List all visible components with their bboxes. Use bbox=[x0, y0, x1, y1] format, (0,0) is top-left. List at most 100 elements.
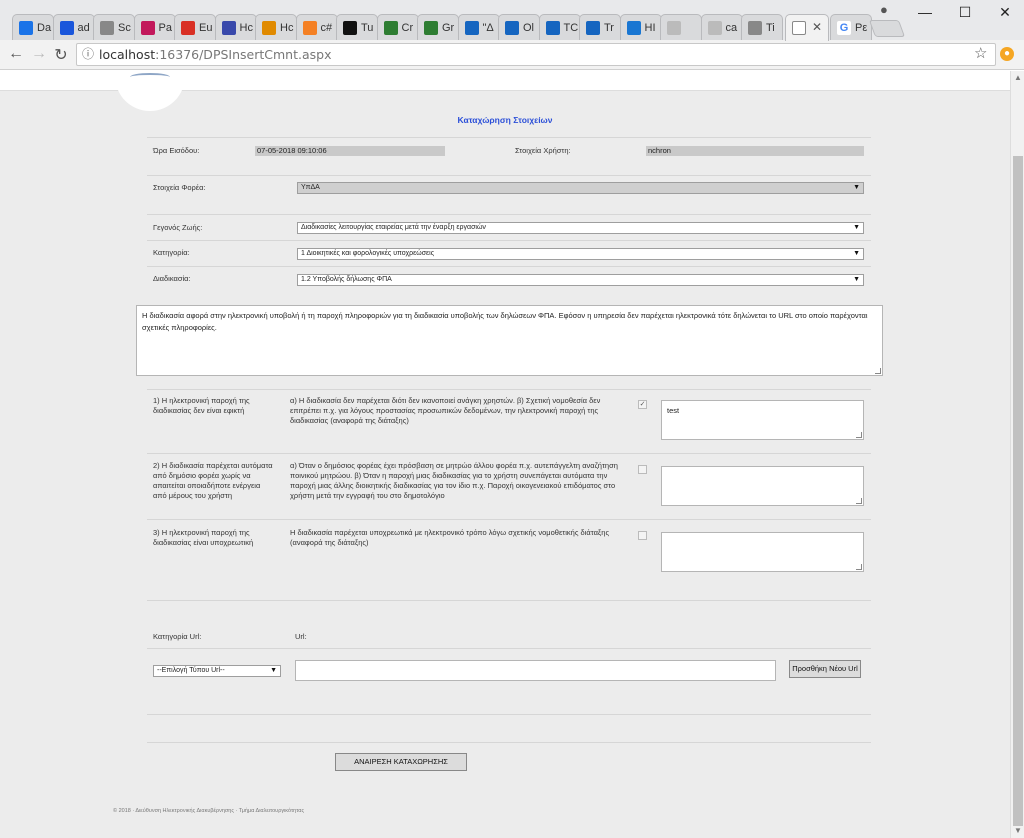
divider bbox=[147, 214, 871, 215]
bookmark-star-icon[interactable]: ☆ bbox=[974, 44, 987, 62]
close-window-button[interactable]: ✕ bbox=[985, 0, 1024, 24]
browser-tab[interactable]: Hc bbox=[255, 14, 297, 40]
maximize-button[interactable]: ☐ bbox=[945, 0, 985, 24]
option-3-explanation: Η διαδικασία παρέχεται υποχρεωτικά με ηλ… bbox=[290, 528, 610, 547]
option-1-checkbox[interactable]: ✓ bbox=[638, 400, 647, 409]
browser-tab[interactable]: Tu bbox=[336, 14, 378, 40]
dropdown-arrow-icon: ▼ bbox=[853, 224, 860, 231]
option-3-comment[interactable] bbox=[661, 532, 864, 572]
option-1-question: 1) Η ηλεκτρονική παροχή της διαδικασίας … bbox=[153, 396, 250, 415]
tab-active[interactable]: ✕ bbox=[785, 14, 829, 41]
option-2-comment[interactable] bbox=[661, 466, 864, 506]
resize-handle[interactable] bbox=[856, 432, 862, 438]
footer-text: © 2018 · Διεύθυνση Ηλεκτρονικής Διακυβέρ… bbox=[113, 808, 305, 814]
tab-label: Hc bbox=[280, 21, 294, 34]
page-icon bbox=[748, 20, 762, 35]
shield-icon bbox=[221, 20, 236, 35]
tab-label: Pa bbox=[158, 21, 172, 34]
q-icon bbox=[464, 20, 479, 35]
browser-tab[interactable]: ad bbox=[52, 14, 95, 40]
browser-tab[interactable]: Tr bbox=[579, 14, 621, 40]
minimize-button[interactable]: — bbox=[905, 0, 945, 24]
procedure-value: 1.2 Υποβολής δήλωσης ΦΠΑ bbox=[301, 276, 392, 283]
tab-label: Gr bbox=[442, 21, 455, 34]
new-tab-button[interactable] bbox=[868, 20, 906, 37]
page-icon bbox=[100, 20, 114, 35]
browser-tab[interactable]: Cr bbox=[376, 14, 419, 40]
profile-icon[interactable]: ● bbox=[880, 2, 888, 17]
divider bbox=[147, 453, 871, 454]
stack-icon bbox=[302, 20, 317, 35]
browser-tab[interactable]: Gr bbox=[417, 14, 459, 40]
tab-google[interactable]: G Pε bbox=[830, 14, 872, 40]
browser-tab[interactable]: Pa bbox=[133, 14, 176, 40]
tab-label: Pε bbox=[855, 21, 868, 34]
browser-tab[interactable]: "Δ bbox=[457, 14, 500, 40]
category-label: Κατηγορία: bbox=[153, 248, 190, 257]
page-icon bbox=[792, 21, 806, 35]
url-type-select[interactable]: --Επιλογή Τύπου Url-- ▼ bbox=[153, 665, 281, 677]
tab-label: Tr bbox=[604, 21, 614, 34]
description-text: Η διαδικασία αφορά στην ηλεκτρονική υποβ… bbox=[142, 311, 868, 332]
divider bbox=[147, 266, 871, 267]
tab-label: HI bbox=[644, 21, 656, 34]
dropdown-arrow-icon: ▼ bbox=[853, 184, 860, 191]
divider bbox=[147, 175, 871, 176]
back-button[interactable]: ← bbox=[6, 45, 26, 63]
category-select[interactable]: 1 Διοικητικές και φορολογικές υποχρεώσει… bbox=[297, 248, 864, 260]
procedure-label: Διαδικασία: bbox=[153, 274, 191, 283]
scroll-down-icon[interactable]: ▼ bbox=[1011, 824, 1024, 838]
browser-tab[interactable]: Ol bbox=[498, 14, 540, 40]
browser-tab[interactable]: Hc bbox=[214, 14, 257, 40]
close-tab-icon[interactable]: ✕ bbox=[812, 20, 822, 34]
divider bbox=[147, 240, 871, 241]
info-icon[interactable]: ⓘ bbox=[82, 44, 94, 65]
tab-label: Sc bbox=[118, 21, 131, 34]
description-textarea[interactable]: Η διαδικασία αφορά στην ηλεκτρονική υποβ… bbox=[136, 305, 883, 376]
life-event-select[interactable]: Διαδικασίες λειτουργίας εταιρείας μετά τ… bbox=[297, 222, 864, 234]
scroll-thumb[interactable] bbox=[1013, 156, 1023, 826]
address-bar[interactable]: ⓘ localhost:16376/DPSInsertCmnt.aspx bbox=[76, 43, 996, 66]
address-path: :16376/DPSInsertCmnt.aspx bbox=[155, 47, 332, 62]
option-1-comment[interactable]: test bbox=[661, 400, 864, 440]
agency-select[interactable]: ΥπΔΑ ▼ bbox=[297, 182, 864, 194]
resize-handle[interactable] bbox=[856, 564, 862, 570]
resize-handle[interactable] bbox=[875, 368, 881, 374]
page-title: Καταχώρηση Στοιχείων bbox=[457, 115, 553, 125]
dropdown-arrow-icon: ▼ bbox=[270, 667, 277, 674]
cancel-entry-button[interactable]: ΑΝΑΙΡΕΣΗ ΚΑΤΑΧΩΡΗΣΗΣ bbox=[335, 753, 467, 771]
reload-button[interactable]: ↻ bbox=[51, 45, 71, 65]
option-3-question: 3) Η ηλεκτρονική παροχή της διαδικασίας … bbox=[153, 528, 254, 547]
forward-button[interactable]: → bbox=[29, 45, 49, 63]
tab-label: Eu bbox=[199, 21, 213, 34]
divider bbox=[147, 137, 871, 138]
url-label: Url: bbox=[295, 632, 307, 641]
page-scrollbar[interactable]: ▲ ▼ bbox=[1010, 71, 1024, 838]
windows-icon bbox=[383, 20, 398, 35]
browser-tab[interactable]: Ti bbox=[741, 14, 783, 40]
entry-time-label: Ώρα Εισόδου: bbox=[153, 146, 200, 155]
browser-tab[interactable]: c# bbox=[295, 14, 338, 40]
browser-tab[interactable]: TC bbox=[538, 14, 581, 40]
resize-handle[interactable] bbox=[856, 498, 862, 504]
tab-label: Tu bbox=[361, 21, 374, 34]
scroll-up-icon[interactable]: ▲ bbox=[1011, 71, 1024, 85]
browser-tab[interactable]: ca bbox=[700, 14, 743, 40]
life-event-label: Γεγονός Ζωής: bbox=[153, 223, 203, 232]
option-2-checkbox[interactable] bbox=[638, 465, 647, 474]
browser-tab[interactable]: Sc bbox=[93, 14, 135, 40]
user-label: Στοιχεία Χρήστη: bbox=[515, 146, 571, 155]
procedure-select[interactable]: 1.2 Υποβολής δήλωσης ΦΠΑ ▼ bbox=[297, 274, 864, 286]
add-url-button[interactable]: Προσθήκη Νέου Url bbox=[789, 660, 861, 678]
extension-icon[interactable]: ● bbox=[1000, 47, 1014, 61]
windows-icon bbox=[424, 20, 438, 35]
browser-tab[interactable]: Eu bbox=[174, 14, 216, 40]
option-2-question: 2) Η διαδικασία παρέχεται αυτόματα από δ… bbox=[153, 461, 273, 500]
url-category-label: Κατηγορία Url: bbox=[153, 632, 202, 641]
option-3-checkbox[interactable] bbox=[638, 531, 647, 540]
url-input[interactable] bbox=[295, 660, 776, 681]
address-host: localhost bbox=[99, 47, 156, 62]
browser-tab[interactable]: Da bbox=[12, 14, 54, 40]
browser-tab[interactable] bbox=[660, 14, 702, 40]
browser-tab[interactable]: HI bbox=[619, 14, 662, 40]
